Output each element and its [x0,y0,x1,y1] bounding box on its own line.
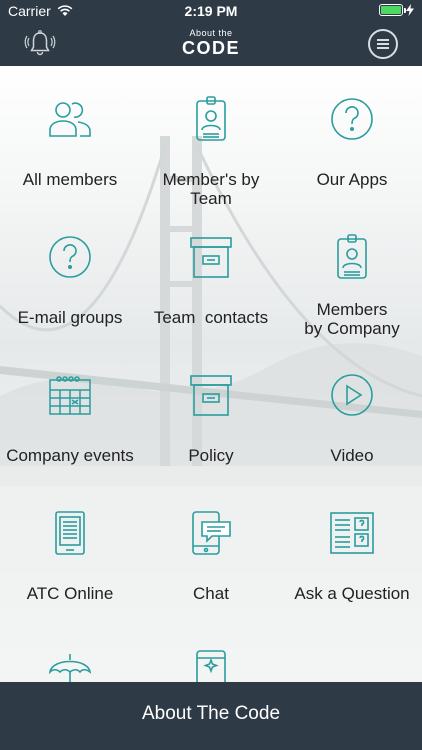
calendar-icon [49,376,91,415]
id-badge-icon [196,96,226,141]
menu-item-ask-a-question[interactable]: Ask a Question [282,480,422,618]
menu-item-members-by-company[interactable]: Members by Company [282,204,422,342]
menu-item-our-apps[interactable]: Our Apps [282,66,422,204]
people-icon [49,102,91,137]
menu-item-policy[interactable]: Policy [141,342,281,480]
id-badge-icon [337,234,367,279]
archive-box-icon [190,375,232,416]
qa-book-icon [330,512,374,554]
menu-label: Member's by Team [162,170,260,208]
menu-button[interactable] [368,29,398,59]
menu-item-email-groups[interactable]: E-mail groups [0,204,140,342]
menu-label: E-mail groups [17,308,123,327]
menu-label: Ask a Question [294,584,410,603]
menu-label: Our Apps [316,170,388,189]
battery-icon [379,4,406,16]
archive-box-icon [190,237,232,278]
main-content: All members Member's by Team Our Apps E-… [0,66,422,682]
menu-item-all-members[interactable]: All members [0,66,140,204]
ereader-icon [55,511,85,555]
menu-item-company-events[interactable]: Company events [0,342,140,480]
status-time: 2:19 PM [184,3,238,19]
nav-bar: About the CODE [0,22,422,66]
menu-label: Policy [188,446,234,465]
phone-sparkle-icon [196,650,226,682]
play-icon [331,374,373,416]
menu-item-chat[interactable]: Chat [141,480,281,618]
question-icon [49,236,91,278]
charging-icon [406,4,414,16]
menu-label: Members by Company [304,300,400,338]
menu-item-members-by-team[interactable]: Member's by Team [141,66,281,208]
menu-item-atc-online[interactable]: ATC Online [0,480,140,618]
question-icon [331,98,373,140]
menu-item-team-contacts[interactable]: Team contacts [141,204,281,342]
menu-label: All members [22,170,118,189]
status-bar: Carrier 2:19 PM [0,0,422,22]
menu-item-umbrella[interactable] [0,618,140,682]
menu-item-mobile[interactable] [141,618,281,682]
menu-label: Video [330,446,374,465]
chat-phone-icon [192,511,231,555]
menu-label: ATC Online [26,584,114,603]
umbrella-icon [48,654,92,682]
about-the-code-button[interactable]: About The Code [0,682,422,750]
menu-item-video[interactable]: Video [282,342,422,480]
logo-tagline: About the [189,28,233,38]
app-logo: About the CODE [0,28,422,58]
menu-label: Team contacts [153,308,269,327]
logo-wordmark: CODE [181,38,240,58]
menu-label: Chat [193,584,229,603]
menu-label: Company events [6,446,134,465]
